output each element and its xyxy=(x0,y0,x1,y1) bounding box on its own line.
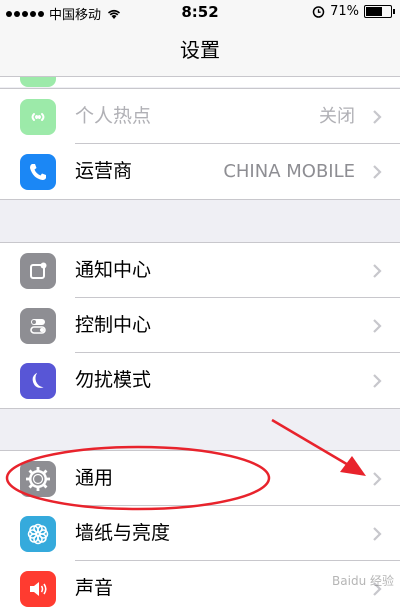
settings-row-do-not-disturb[interactable]: 勿扰模式 xyxy=(0,353,400,408)
chevron-right-icon xyxy=(373,374,382,388)
settings-row-label: 勿扰模式 xyxy=(75,369,152,391)
settings-row-control-center[interactable]: 控制中心 xyxy=(0,298,400,353)
moon-icon xyxy=(20,363,56,399)
settings-row-label: 个人热点 xyxy=(75,105,152,127)
settings-row-label: 控制中心 xyxy=(75,314,152,336)
gear-icon xyxy=(20,461,56,497)
settings-row-carrier[interactable]: 运营商 CHINA MOBILE xyxy=(0,144,400,199)
notification-icon xyxy=(20,253,56,289)
alarm-icon xyxy=(312,6,325,18)
chevron-right-icon xyxy=(373,472,382,486)
chevron-right-icon xyxy=(373,110,382,124)
control-center-icon xyxy=(20,308,56,344)
chevron-right-icon xyxy=(373,165,382,179)
nav-bar: 设置 xyxy=(0,24,400,77)
watermark: Baidu 经验 xyxy=(332,574,394,588)
partial-row xyxy=(0,77,400,87)
wallpaper-icon xyxy=(20,516,56,552)
settings-row-personal-hotspot[interactable]: 个人热点 关闭 xyxy=(0,89,400,144)
battery-icon xyxy=(364,5,395,18)
settings-row-general[interactable]: 通用 xyxy=(0,451,400,506)
settings-group-general: 通用 墙纸与亮度 声音 xyxy=(0,450,400,616)
battery-percent: 71% xyxy=(330,4,359,19)
settings-row-label: 墙纸与亮度 xyxy=(75,522,171,544)
phone-icon xyxy=(20,154,56,190)
status-bar: 中国移动 8:52 71% xyxy=(0,0,400,24)
chevron-right-icon xyxy=(373,264,382,278)
settings-row-notification-center[interactable]: 通知中心 xyxy=(0,243,400,298)
hotspot-icon xyxy=(20,99,56,135)
chevron-right-icon xyxy=(373,527,382,541)
settings-row-label: 通知中心 xyxy=(75,259,152,281)
page-title: 设置 xyxy=(180,38,220,62)
settings-group-network: 个人热点 关闭 运营商 CHINA MOBILE xyxy=(0,88,400,200)
settings-row-value: CHINA MOBILE xyxy=(223,161,355,182)
chevron-right-icon xyxy=(373,319,382,333)
settings-row-value: 关闭 xyxy=(319,106,355,127)
speaker-icon xyxy=(20,571,56,607)
settings-row-label: 声音 xyxy=(75,577,114,599)
settings-row-label: 运营商 xyxy=(75,160,133,182)
settings-row-label: 通用 xyxy=(75,467,114,489)
settings-group-notifications: 通知中心 控制中心 勿扰模式 xyxy=(0,242,400,409)
cellular-icon xyxy=(20,77,56,87)
settings-row-wallpaper-brightness[interactable]: 墙纸与亮度 xyxy=(0,506,400,561)
